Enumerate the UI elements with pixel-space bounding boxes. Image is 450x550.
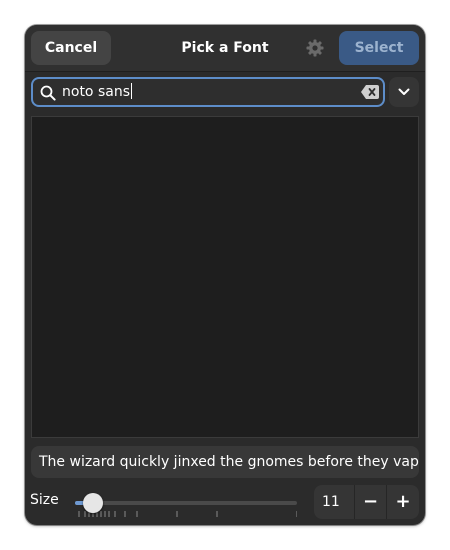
preview-text: The wizard quickly jinxed the gnomes bef… bbox=[39, 454, 419, 470]
clear-text-icon[interactable] bbox=[361, 85, 379, 99]
search-query-text: noto sans bbox=[62, 84, 130, 100]
header-bar: Cancel Pick a Font Select bbox=[25, 25, 425, 72]
chevron-down-icon bbox=[398, 88, 410, 95]
search-input[interactable]: noto sans bbox=[31, 77, 385, 107]
search-icon bbox=[40, 85, 56, 101]
cancel-button[interactable]: Cancel bbox=[31, 31, 111, 65]
size-slider[interactable] bbox=[75, 491, 297, 521]
font-list[interactable] bbox=[31, 116, 419, 438]
search-options-dropdown[interactable] bbox=[389, 77, 419, 107]
select-button[interactable]: Select bbox=[339, 31, 419, 65]
size-spinbutton[interactable]: 11 − + bbox=[314, 485, 419, 519]
size-label: Size bbox=[30, 492, 59, 508]
dialog-title: Pick a Font bbox=[181, 40, 269, 56]
decrease-size-button[interactable]: − bbox=[354, 485, 386, 519]
gear-icon[interactable] bbox=[305, 38, 325, 58]
slider-trough bbox=[75, 501, 297, 505]
font-chooser-dialog: Cancel Pick a Font Select noto sans The … bbox=[25, 25, 425, 525]
increase-size-button[interactable]: + bbox=[386, 485, 419, 519]
size-value[interactable]: 11 bbox=[322, 485, 340, 519]
slider-marks bbox=[78, 511, 297, 517]
text-caret bbox=[130, 83, 132, 99]
slider-knob[interactable] bbox=[83, 493, 103, 513]
font-preview-entry[interactable]: The wizard quickly jinxed the gnomes bef… bbox=[31, 446, 419, 478]
search-query: noto sans bbox=[62, 79, 132, 105]
